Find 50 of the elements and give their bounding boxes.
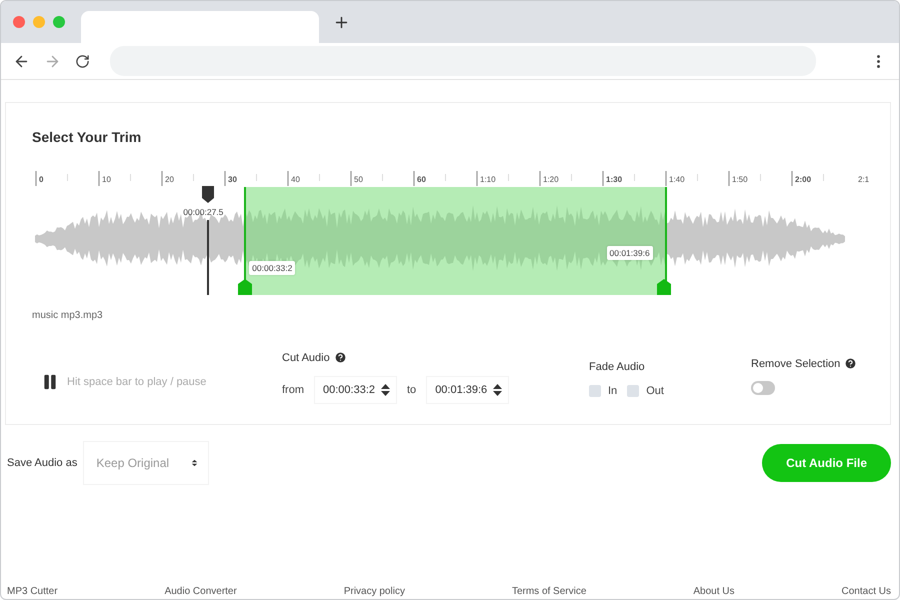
cut-audio-label: Cut Audio bbox=[282, 352, 330, 364]
to-label: to bbox=[407, 384, 416, 396]
reload-icon[interactable] bbox=[75, 54, 90, 68]
help-icon[interactable] bbox=[334, 351, 347, 364]
from-label: from bbox=[282, 384, 304, 396]
start-time-tag: 00:00:33:2 bbox=[249, 261, 296, 275]
ruler-label: 1:40 bbox=[669, 175, 685, 184]
ruler-label: 50 bbox=[354, 175, 363, 184]
ruler-label: 20 bbox=[165, 175, 174, 184]
remove-selection-toggle[interactable] bbox=[751, 381, 775, 395]
start-handle[interactable] bbox=[238, 279, 252, 295]
ruler-label: 40 bbox=[291, 175, 300, 184]
fade-option-label: In bbox=[608, 385, 618, 397]
footer-link[interactable]: Privacy policy bbox=[344, 586, 405, 597]
play-hint: Hit space bar to play / pause bbox=[67, 376, 206, 388]
minimize-window-dot[interactable] bbox=[33, 16, 45, 28]
remove-selection-label: Remove Selection bbox=[751, 358, 840, 370]
fade-audio-label: Fade Audio bbox=[589, 361, 646, 373]
footer-link[interactable]: MP3 Cutter bbox=[7, 586, 58, 597]
footer-link[interactable]: About Us bbox=[693, 586, 735, 597]
ruler-label: 2:00 bbox=[795, 175, 812, 184]
footer-link[interactable]: Terms of Service bbox=[512, 586, 586, 597]
end-time-tag: 00:01:39:6 bbox=[606, 246, 653, 260]
start-time-field[interactable]: 00:00:33:2 bbox=[314, 376, 397, 404]
close-window-dot[interactable] bbox=[13, 16, 25, 28]
fade-option-label: Out bbox=[646, 385, 664, 397]
ruler-label: 0 bbox=[39, 175, 44, 184]
ruler-label: 60 bbox=[417, 175, 426, 184]
footer-link[interactable]: Contact Us bbox=[842, 586, 891, 597]
trim-selection[interactable] bbox=[244, 187, 667, 295]
end-time-field[interactable]: 00:01:39:6 bbox=[426, 376, 510, 404]
fade-checkbox[interactable] bbox=[589, 385, 601, 397]
ruler-label: 30 bbox=[228, 175, 237, 184]
end-handle[interactable] bbox=[656, 279, 671, 295]
help-icon[interactable] bbox=[844, 357, 858, 370]
ruler-label: 1:30 bbox=[606, 175, 622, 184]
spinner-icon[interactable] bbox=[493, 383, 502, 397]
maximize-window-dot[interactable] bbox=[53, 16, 65, 28]
spinner-icon[interactable] bbox=[381, 383, 390, 397]
ruler-label: 1:50 bbox=[732, 175, 748, 184]
fade-checkbox[interactable] bbox=[627, 385, 640, 397]
ruler-label: 10 bbox=[102, 175, 111, 184]
playhead-time-tag: 00:00:27.5 bbox=[180, 205, 226, 219]
ruler-label: 1:20 bbox=[543, 175, 559, 184]
file-name: music mp3.mp3 bbox=[32, 310, 104, 321]
section-title: Select Your Trim bbox=[32, 129, 142, 145]
ruler-label: 1:10 bbox=[480, 175, 496, 184]
footer-link[interactable]: Audio Converter bbox=[164, 586, 237, 597]
save-as-label: Save Audio as bbox=[7, 457, 78, 469]
ruler-label: 2:1 bbox=[858, 175, 870, 184]
